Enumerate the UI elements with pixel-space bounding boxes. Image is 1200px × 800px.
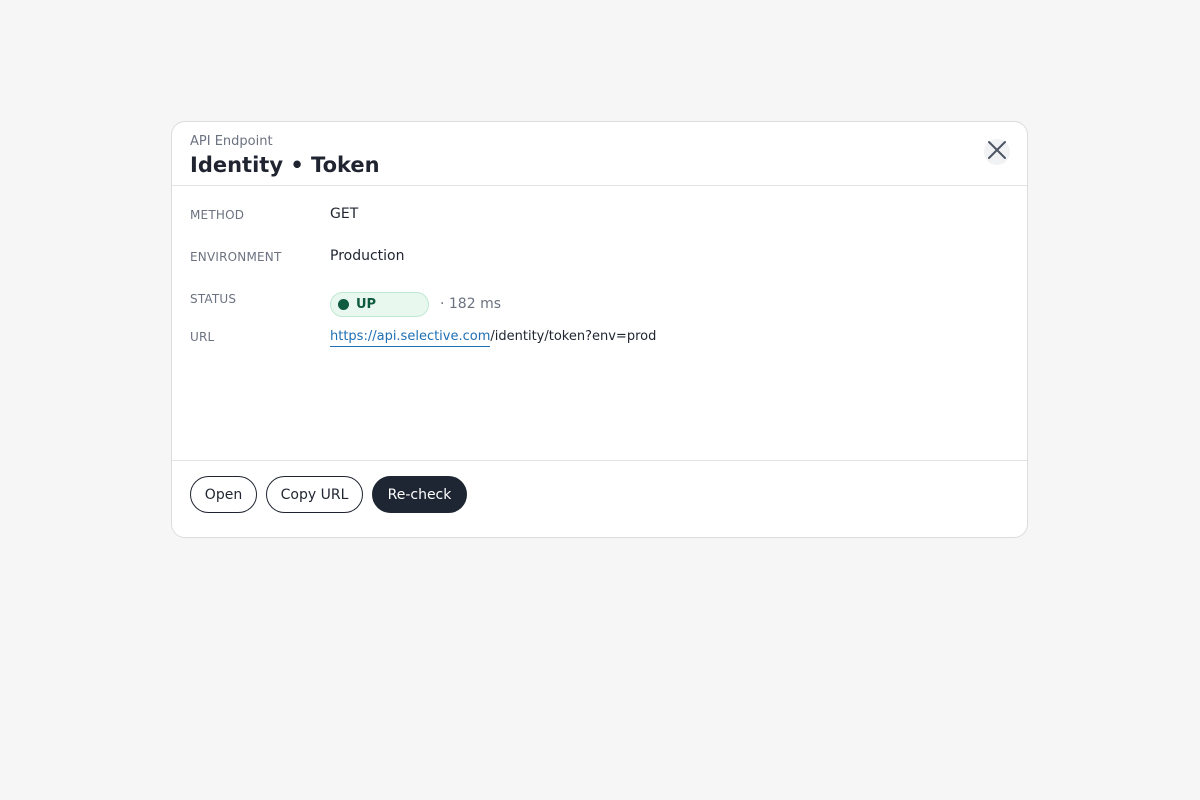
url-row: URL https://api.selective.com/identity/t… — [190, 329, 1009, 354]
dialog-eyebrow: API Endpoint — [190, 134, 273, 149]
status-text: UP — [356, 297, 377, 312]
environment-label: ENVIRONMENT — [190, 250, 282, 264]
close-button[interactable] — [984, 139, 1010, 165]
environment-row: ENVIRONMENT Production — [190, 248, 1009, 274]
url-path: /identity/token?env=prod — [490, 329, 657, 344]
url-label: URL — [190, 330, 215, 344]
environment-value: Production — [330, 248, 405, 264]
status-label: STATUS — [190, 292, 237, 306]
open-button[interactable]: Open — [190, 476, 257, 513]
status-badge: UP — [330, 292, 429, 317]
copy-url-button[interactable]: Copy URL — [266, 476, 363, 513]
method-value: GET — [330, 206, 359, 222]
status-dot-icon — [338, 299, 349, 310]
dialog-footer: Open Copy URL Re-check — [172, 460, 1027, 539]
dialog-title: Identity • Token — [190, 153, 380, 177]
dialog-header: API Endpoint Identity • Token — [172, 122, 1027, 186]
close-icon — [986, 139, 1008, 165]
latency-text: · 182 ms — [440, 296, 502, 312]
recheck-button[interactable]: Re-check — [372, 476, 467, 513]
method-row: METHOD GET — [190, 206, 1009, 232]
endpoint-dialog: API Endpoint Identity • Token METHOD GET… — [171, 121, 1028, 538]
method-label: METHOD — [190, 208, 245, 222]
status-row: STATUS UP · 182 ms — [190, 292, 1009, 328]
url-value: https://api.selective.com/identity/token… — [330, 329, 657, 347]
url-link[interactable]: https://api.selective.com — [330, 329, 491, 347]
